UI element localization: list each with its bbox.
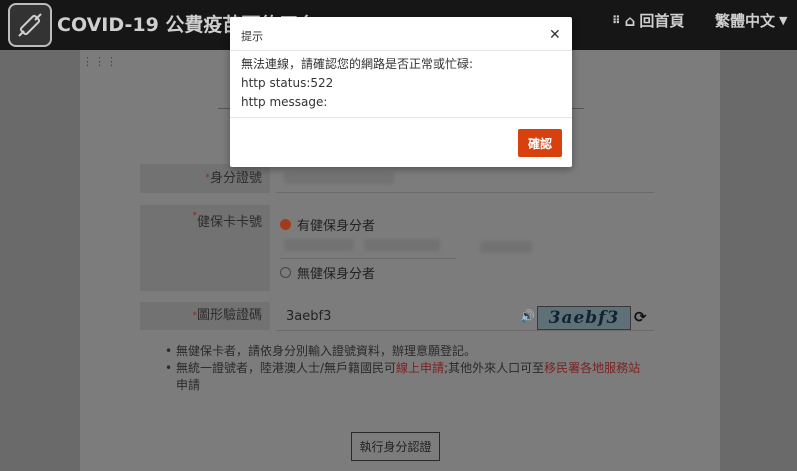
- verify-identity-button[interactable]: 執行身分認證: [351, 432, 440, 461]
- home-icon: ⌂: [624, 11, 636, 30]
- no-card-radio[interactable]: 無健保身分者: [280, 263, 375, 282]
- card-input-3[interactable]: [480, 241, 532, 253]
- language-selector[interactable]: 繁體中文 ▼: [715, 10, 787, 31]
- language-label: 繁體中文: [715, 12, 776, 30]
- no-card-label: 無健保身分者: [297, 267, 376, 282]
- note-item: 無統一證號者，陸港澳人士/無戶籍國民可線上申請;其他外來人口可至移民署各地服務站…: [165, 360, 655, 394]
- captcha-input-underline: [276, 330, 654, 331]
- has-card-radio[interactable]: 有健保身分者: [280, 215, 375, 234]
- captcha-input[interactable]: 3aebf3: [286, 309, 331, 324]
- immigration-office-link[interactable]: 移民署各地服務站: [544, 361, 640, 375]
- grid-icon: ⠿: [612, 14, 621, 27]
- notes-list: 無健保卡者，請依身分別輸入證號資料，辦理意願登記。 無統一證號者，陸港澳人士/無…: [165, 343, 655, 394]
- note-item: 無健保卡者，請依身分別輸入證號資料，辦理意願登記。: [165, 343, 655, 360]
- dialog-message: 無法連線，請確認您的網路是否正常或忙碌: http status:522 htt…: [241, 55, 473, 112]
- speaker-icon[interactable]: 🔊: [520, 309, 535, 323]
- card-label: 健保卡卡號: [196, 215, 262, 230]
- dialog-divider: [230, 50, 572, 51]
- syringe-icon[interactable]: [8, 3, 52, 47]
- chevron-down-icon: ▼: [779, 14, 788, 27]
- has-card-label: 有健保身分者: [297, 219, 376, 234]
- confirm-button[interactable]: 確認: [518, 129, 562, 157]
- id-input-underline: [276, 192, 654, 193]
- grid-icon: ⋮⋮⋮: [82, 55, 118, 68]
- card-input-underline: [280, 258, 456, 259]
- id-label: 身分證號: [209, 171, 262, 186]
- dialog-title: 提示: [241, 30, 263, 43]
- card-input-1[interactable]: [284, 239, 354, 251]
- online-apply-link[interactable]: 線上申請: [396, 361, 444, 375]
- radio-unselected[interactable]: [280, 267, 291, 278]
- close-icon[interactable]: ✕: [549, 26, 561, 43]
- captcha-label-cell: *圖形驗證碼: [140, 302, 270, 330]
- home-link[interactable]: ⠿ ⌂ 回首頁: [612, 10, 684, 31]
- radio-selected[interactable]: [280, 219, 291, 230]
- card-label-cell: *健保卡卡號: [140, 205, 270, 291]
- dialog-line-3: http message:: [241, 95, 328, 109]
- captcha-label: 圖形驗證碼: [196, 308, 262, 323]
- dialog-line-2: http status:522: [241, 76, 334, 90]
- dialog-divider: [230, 117, 572, 118]
- captcha-image: 3aebf3: [537, 306, 631, 330]
- home-link-label: 回首頁: [639, 12, 685, 30]
- refresh-icon[interactable]: ⟳: [634, 308, 647, 326]
- dialog-line-1: 無法連線，請確認您的網路是否正常或忙碌:: [241, 57, 474, 71]
- id-input[interactable]: [284, 172, 394, 184]
- id-label-cell: *身分證號: [140, 164, 270, 193]
- card-input-2[interactable]: [364, 239, 440, 251]
- alert-dialog: 提示 ✕ 無法連線，請確認您的網路是否正常或忙碌: http status:52…: [230, 17, 572, 167]
